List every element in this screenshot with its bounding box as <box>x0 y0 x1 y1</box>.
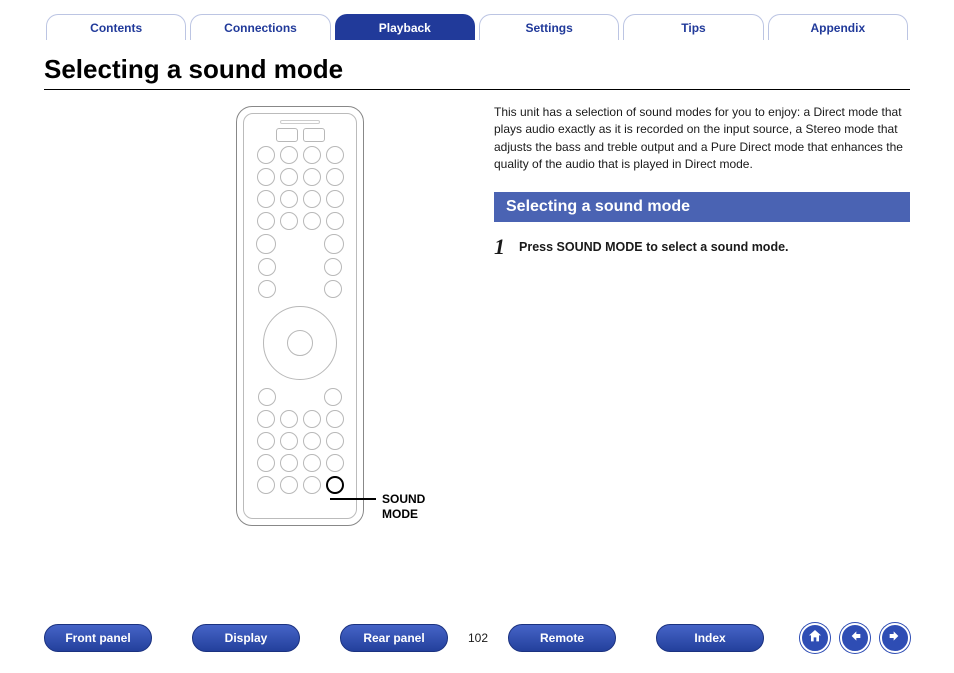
prev-page-button[interactable] <box>840 623 870 653</box>
nav-rear-panel[interactable]: Rear panel <box>340 624 448 652</box>
remote-illustration <box>236 106 364 526</box>
home-icon <box>807 628 823 649</box>
top-nav-tabs: Contents Connections Playback Settings T… <box>0 0 954 42</box>
page-title: Selecting a sound mode <box>44 54 910 85</box>
tab-contents[interactable]: Contents <box>46 14 186 40</box>
dpad <box>263 306 337 380</box>
tab-settings[interactable]: Settings <box>479 14 619 40</box>
nav-remote[interactable]: Remote <box>508 624 616 652</box>
bottom-nav: Front panel Display Rear panel 102 Remot… <box>0 623 954 653</box>
step-text: Press SOUND MODE to select a sound mode. <box>519 236 789 254</box>
nav-index[interactable]: Index <box>656 624 764 652</box>
step-number: 1 <box>494 236 505 258</box>
step-1: 1 Press SOUND MODE to select a sound mod… <box>494 236 910 258</box>
section-heading: Selecting a sound mode <box>494 192 910 222</box>
nav-display[interactable]: Display <box>192 624 300 652</box>
tab-playback[interactable]: Playback <box>335 14 475 40</box>
tab-connections[interactable]: Connections <box>190 14 330 40</box>
arrow-right-icon <box>887 628 903 649</box>
intro-paragraph: This unit has a selection of sound modes… <box>494 104 910 174</box>
next-page-button[interactable] <box>880 623 910 653</box>
nav-front-panel[interactable]: Front panel <box>44 624 152 652</box>
tab-tips[interactable]: Tips <box>623 14 763 40</box>
ir-window <box>280 120 320 124</box>
tab-appendix[interactable]: Appendix <box>768 14 908 40</box>
title-rule <box>44 89 910 90</box>
callout-line-sound-mode <box>330 498 376 500</box>
home-button[interactable] <box>800 623 830 653</box>
arrow-left-icon <box>847 628 863 649</box>
callout-sound-mode: SOUNDMODE <box>382 492 425 522</box>
page-body: Selecting a sound mode <box>0 42 954 526</box>
page-number: 102 <box>468 631 488 645</box>
sound-mode-button-on-remote <box>326 476 344 494</box>
remote-illustration-wrap: SOUNDMODE <box>44 100 464 526</box>
